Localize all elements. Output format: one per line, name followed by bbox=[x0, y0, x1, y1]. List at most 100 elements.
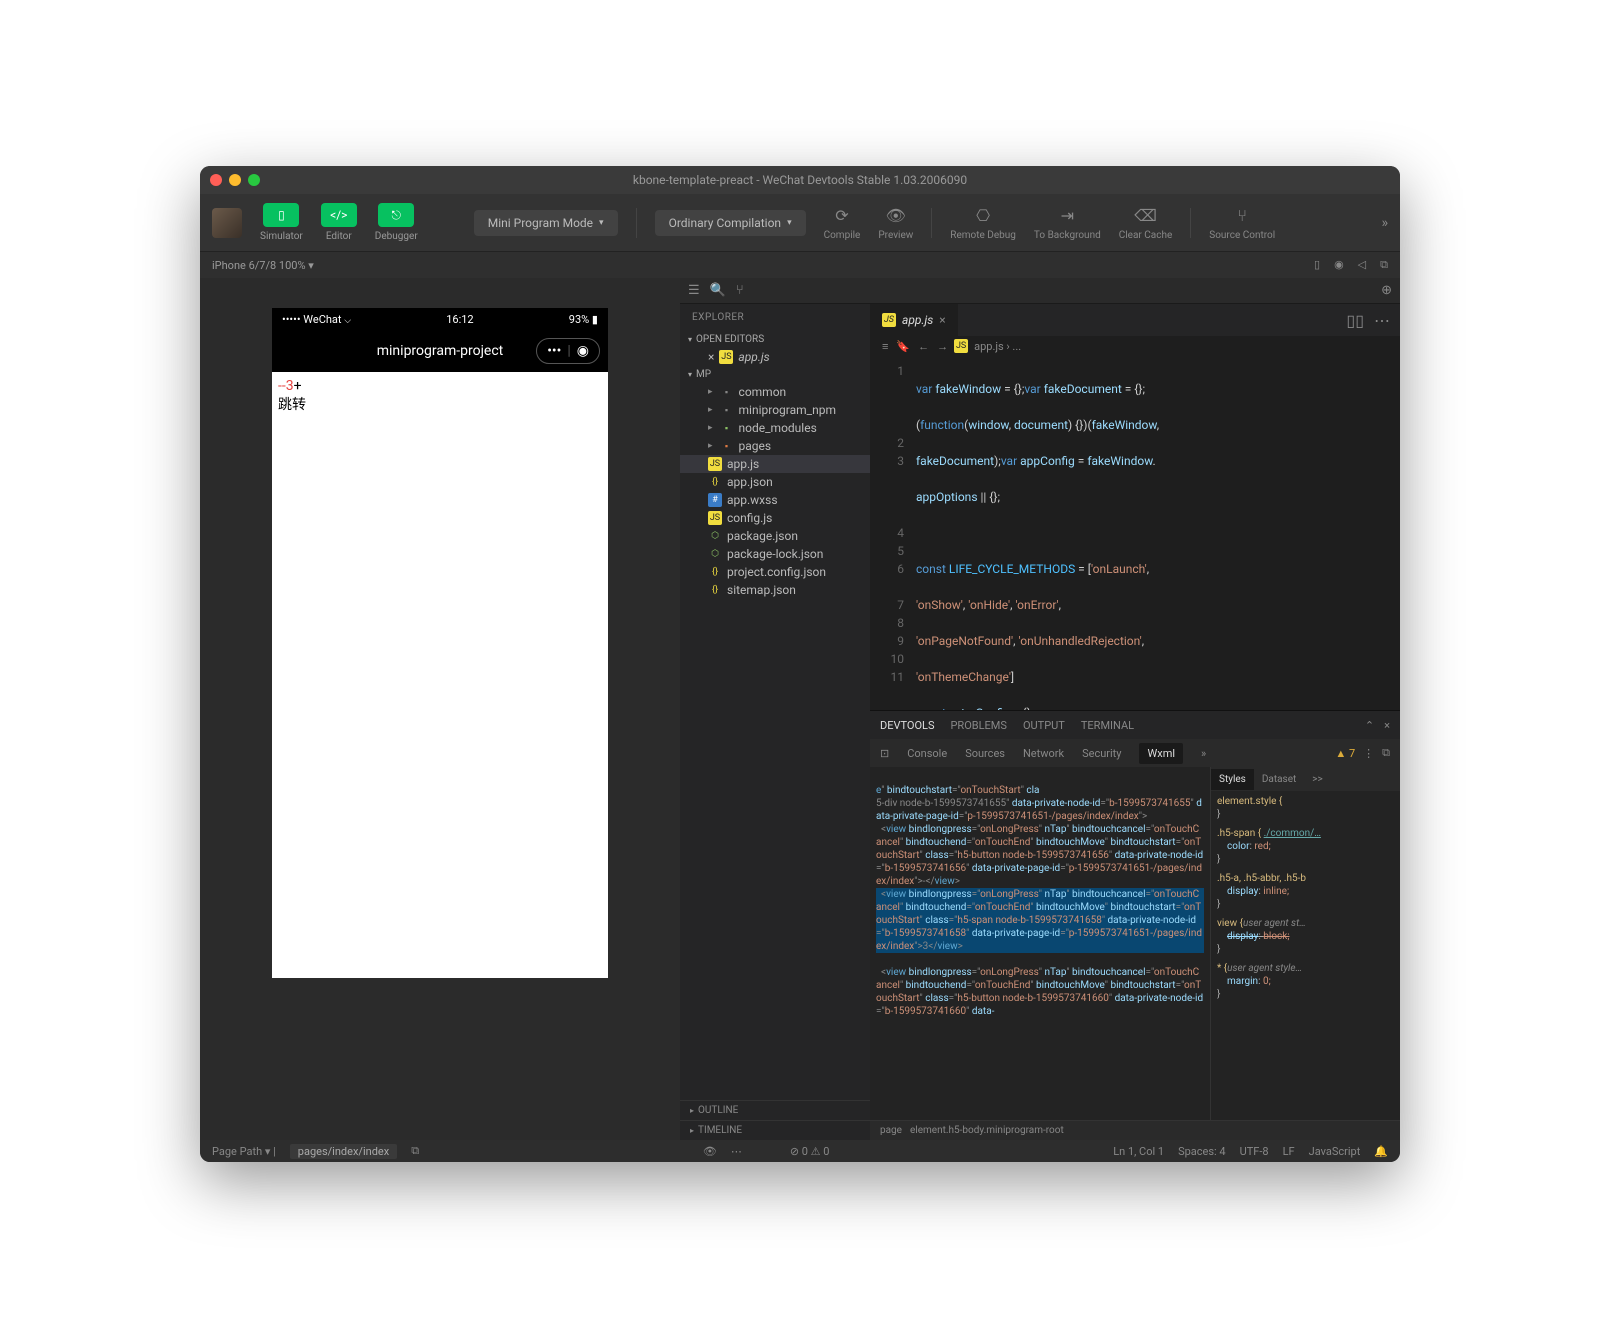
folder-miniprogram-npm[interactable]: ▸▪miniprogram_npm bbox=[680, 401, 870, 419]
search-icon[interactable]: 🔍 bbox=[710, 283, 726, 298]
user-avatar[interactable] bbox=[212, 208, 242, 238]
inspect-icon[interactable]: ⊡ bbox=[880, 747, 889, 760]
folder-pages[interactable]: ▸▪pages bbox=[680, 437, 870, 455]
breadcrumb-path[interactable]: app.js › ... bbox=[974, 340, 1021, 353]
branch-icon: ⑂ bbox=[1237, 205, 1247, 227]
device-bar: iPhone 6/7/8 100% ▾ ▯ ◉ ◁ ⧉ bbox=[200, 252, 1400, 278]
language-status[interactable]: JavaScript bbox=[1309, 1145, 1361, 1158]
subtab-sources[interactable]: Sources bbox=[965, 747, 1005, 760]
subtab-network[interactable]: Network bbox=[1023, 747, 1064, 760]
dock-icon[interactable]: ⧉ bbox=[1382, 746, 1390, 760]
mode-dropdown[interactable]: Mini Program Mode bbox=[474, 210, 618, 236]
preview-button[interactable]: 👁 Preview bbox=[878, 205, 913, 241]
mute-icon[interactable]: ◁ bbox=[1358, 258, 1366, 272]
app-window: kbone-template-preact - WeChat Devtools … bbox=[200, 166, 1400, 1162]
tab-problems[interactable]: PROBLEMS bbox=[950, 719, 1006, 732]
simulator-button[interactable]: ▯ Simulator bbox=[260, 203, 303, 242]
tab-terminal[interactable]: TERMINAL bbox=[1081, 719, 1134, 732]
record-icon[interactable]: ◉ bbox=[1334, 258, 1344, 272]
bell-icon[interactable]: 🔔 bbox=[1374, 1145, 1388, 1158]
more-subtabs[interactable]: » bbox=[1201, 747, 1206, 760]
phone-simulator[interactable]: ••••• WeChat ⌵ 16:12 93% ▮ miniprogram-p… bbox=[272, 308, 608, 978]
tab-devtools[interactable]: DEVTOOLS bbox=[880, 719, 934, 732]
close-icon[interactable]: × bbox=[1384, 719, 1390, 732]
maximize-button[interactable] bbox=[248, 174, 260, 186]
wxml-tree[interactable]: e" bindtouchstart="onTouchStart" cla 5-d… bbox=[870, 767, 1210, 1120]
bookmark-icon[interactable]: 🔖 bbox=[896, 340, 910, 353]
file-sitemap[interactable]: {}sitemap.json bbox=[680, 581, 870, 599]
chevron-up-icon[interactable]: ⌃ bbox=[1365, 719, 1374, 732]
screenshot-icon[interactable]: ⧉ bbox=[1380, 258, 1388, 272]
file-package-lock[interactable]: ⬡package-lock.json bbox=[680, 545, 870, 563]
eol-status[interactable]: LF bbox=[1283, 1145, 1295, 1158]
nav-link[interactable]: 跳转 bbox=[278, 394, 602, 414]
counter-plus[interactable]: + bbox=[294, 378, 302, 394]
bug-icon: ⎋ bbox=[378, 203, 414, 227]
styles-body[interactable]: element.style {} .h5-span { ./common/…co… bbox=[1211, 791, 1400, 1120]
toc-icon[interactable]: ≡ bbox=[882, 340, 888, 353]
indent-status[interactable]: Spaces: 4 bbox=[1178, 1145, 1226, 1158]
file-project-config[interactable]: {}project.config.json bbox=[680, 563, 870, 581]
minimize-button[interactable] bbox=[229, 174, 241, 186]
dataset-tab[interactable]: Dataset bbox=[1254, 769, 1304, 790]
copy-icon[interactable]: ⧉ bbox=[411, 1144, 419, 1158]
menu-icon[interactable]: ⋮ bbox=[1363, 747, 1374, 760]
crumb-element[interactable]: element.h5-body.miniprogram-root bbox=[910, 1125, 1064, 1136]
encoding-status[interactable]: UTF-8 bbox=[1240, 1145, 1269, 1158]
compile-dropdown[interactable]: Ordinary Compilation bbox=[655, 210, 806, 236]
compile-button[interactable]: ⟳ Compile bbox=[824, 205, 861, 241]
json-icon: {} bbox=[708, 565, 722, 579]
git-icon[interactable]: ⑂ bbox=[736, 283, 744, 298]
back-icon[interactable]: ← bbox=[918, 340, 929, 353]
page-path-label[interactable]: Page Path ▾ | bbox=[212, 1145, 276, 1158]
code-lines: var fakeWindow = {};var fakeDocument = {… bbox=[912, 356, 1400, 710]
subtab-wxml[interactable]: Wxml bbox=[1139, 743, 1183, 764]
list-icon[interactable]: ☰ bbox=[688, 283, 700, 298]
file-app-json[interactable]: {}app.json bbox=[680, 473, 870, 491]
open-editors-section[interactable]: OPEN EDITORS bbox=[680, 331, 870, 348]
phone-body[interactable]: --3+ 跳转 bbox=[272, 372, 608, 420]
source-control-button[interactable]: ⑂ Source Control bbox=[1209, 205, 1275, 241]
subtab-security[interactable]: Security bbox=[1082, 747, 1121, 760]
styles-tab[interactable]: Styles bbox=[1211, 769, 1254, 790]
phone-capsule[interactable]: ••• | ◉ bbox=[536, 338, 600, 364]
debugger-button[interactable]: ⎋ Debugger bbox=[375, 203, 418, 242]
background-button[interactable]: ⇥ To Background bbox=[1034, 205, 1101, 241]
eye-icon[interactable]: 👁 bbox=[703, 1145, 717, 1158]
more-styles-tabs[interactable]: >> bbox=[1304, 769, 1330, 790]
code-area: JS app.js × ▯▯ ⋯ ≡ 🔖 ← bbox=[870, 304, 1400, 1140]
more-icon[interactable]: » bbox=[1381, 215, 1388, 231]
split-icon[interactable]: ▯▯ bbox=[1346, 311, 1364, 330]
device-selector[interactable]: iPhone 6/7/8 100% ▾ bbox=[212, 259, 314, 272]
file-package-json[interactable]: ⬡package.json bbox=[680, 527, 870, 545]
file-app-wxss[interactable]: #app.wxss bbox=[680, 491, 870, 509]
remote-debug-button[interactable]: ⎔ Remote Debug bbox=[950, 205, 1016, 241]
code-editor[interactable]: 1234567891011 var fakeWindow = {};var fa… bbox=[870, 356, 1400, 710]
rotate-icon[interactable]: ▯ bbox=[1314, 258, 1320, 272]
close-button[interactable] bbox=[210, 174, 222, 186]
more-icon[interactable]: ⋯ bbox=[731, 1145, 742, 1158]
new-file-icon[interactable]: ⊕ bbox=[1381, 283, 1392, 298]
editor-button[interactable]: </> Editor bbox=[321, 203, 357, 242]
page-path[interactable]: pages/index/index bbox=[290, 1144, 397, 1159]
more-icon[interactable]: ⋯ bbox=[1374, 311, 1390, 330]
clear-cache-button[interactable]: ⌫ Clear Cache bbox=[1119, 205, 1173, 241]
problems-status[interactable]: ⊘ 0 ⚠ 0 bbox=[790, 1145, 830, 1158]
open-editor-file[interactable]: × JS app.js bbox=[680, 348, 870, 366]
file-config-js[interactable]: JSconfig.js bbox=[680, 509, 870, 527]
subtab-console[interactable]: Console bbox=[907, 747, 947, 760]
close-icon[interactable]: × bbox=[708, 350, 714, 364]
folder-node-modules[interactable]: ▸▪node_modules bbox=[680, 419, 870, 437]
file-app-js[interactable]: JSapp.js bbox=[680, 455, 870, 473]
folder-common[interactable]: ▸▪common bbox=[680, 383, 870, 401]
crumb-page[interactable]: page bbox=[880, 1125, 902, 1136]
editor-tab[interactable]: JS app.js × bbox=[870, 304, 959, 336]
warnings-badge[interactable]: ▲ 7 bbox=[1335, 747, 1355, 760]
close-icon[interactable]: × bbox=[939, 313, 945, 327]
tab-output[interactable]: OUTPUT bbox=[1023, 719, 1065, 732]
outline-section[interactable]: OUTLINE bbox=[680, 1100, 870, 1120]
fwd-icon[interactable]: → bbox=[937, 340, 948, 353]
cursor-position[interactable]: Ln 1, Col 1 bbox=[1113, 1145, 1164, 1158]
root-folder[interactable]: MP bbox=[680, 366, 870, 383]
timeline-section[interactable]: TIMELINE bbox=[680, 1120, 870, 1140]
